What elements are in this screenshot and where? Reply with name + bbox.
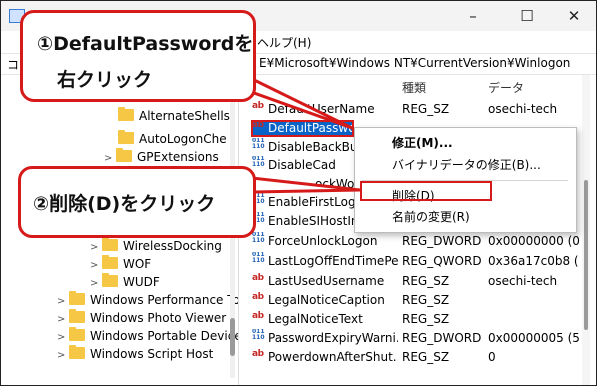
callout2-pointer <box>250 176 362 194</box>
instruction-callout-step2: ②削除(D)をクリック <box>18 166 256 238</box>
instruction-callout-step1: ①DefaultPasswordを 右クリック <box>20 10 256 102</box>
callout-step1-line1: ①DefaultPasswordを <box>37 33 254 55</box>
callout1-pointer <box>238 76 354 130</box>
callout-step1-line2: 右クリック <box>57 69 153 91</box>
callout-step2-text: ②削除(D)をクリック <box>33 193 216 215</box>
